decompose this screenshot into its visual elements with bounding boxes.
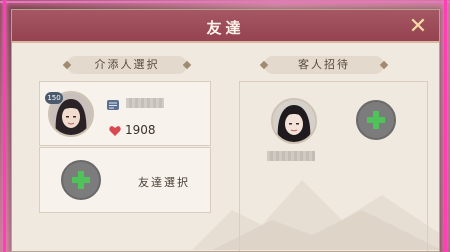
add-friend-icon[interactable]: [61, 160, 101, 200]
guest-name-blurred: [267, 151, 315, 161]
guest-invite-panel: [239, 81, 428, 251]
heart-icon: [109, 126, 121, 136]
frame-top-border: [0, 1, 450, 3]
frame-right-border: [444, 0, 447, 252]
companion-select-header: 介添人選択: [67, 56, 187, 74]
character-portrait-icon: [273, 100, 315, 142]
frame-left-border: [3, 0, 6, 252]
guest-invite-header: 客人招待: [264, 56, 384, 74]
select-friend-label: 友達選択: [138, 176, 190, 189]
friend-dialog: 友達 ✕ 介添人選択 客人招待 150 1908 友達選択: [11, 9, 440, 252]
close-x-icon[interactable]: ✕: [407, 16, 429, 38]
scroll-icon: [107, 100, 119, 110]
dialog-titlebar: 友達 ✕: [12, 10, 439, 43]
friend-card[interactable]: 150 1908: [39, 81, 211, 146]
friend-level-badge: 150: [45, 92, 63, 104]
guest-avatar[interactable]: [271, 98, 317, 144]
dialog-title: 友達: [206, 19, 245, 37]
intimacy-value: 1908: [125, 123, 156, 137]
friend-name-blurred: [126, 98, 164, 108]
select-friend-card[interactable]: 友達選択: [39, 147, 211, 213]
add-guest-icon[interactable]: [356, 100, 396, 140]
